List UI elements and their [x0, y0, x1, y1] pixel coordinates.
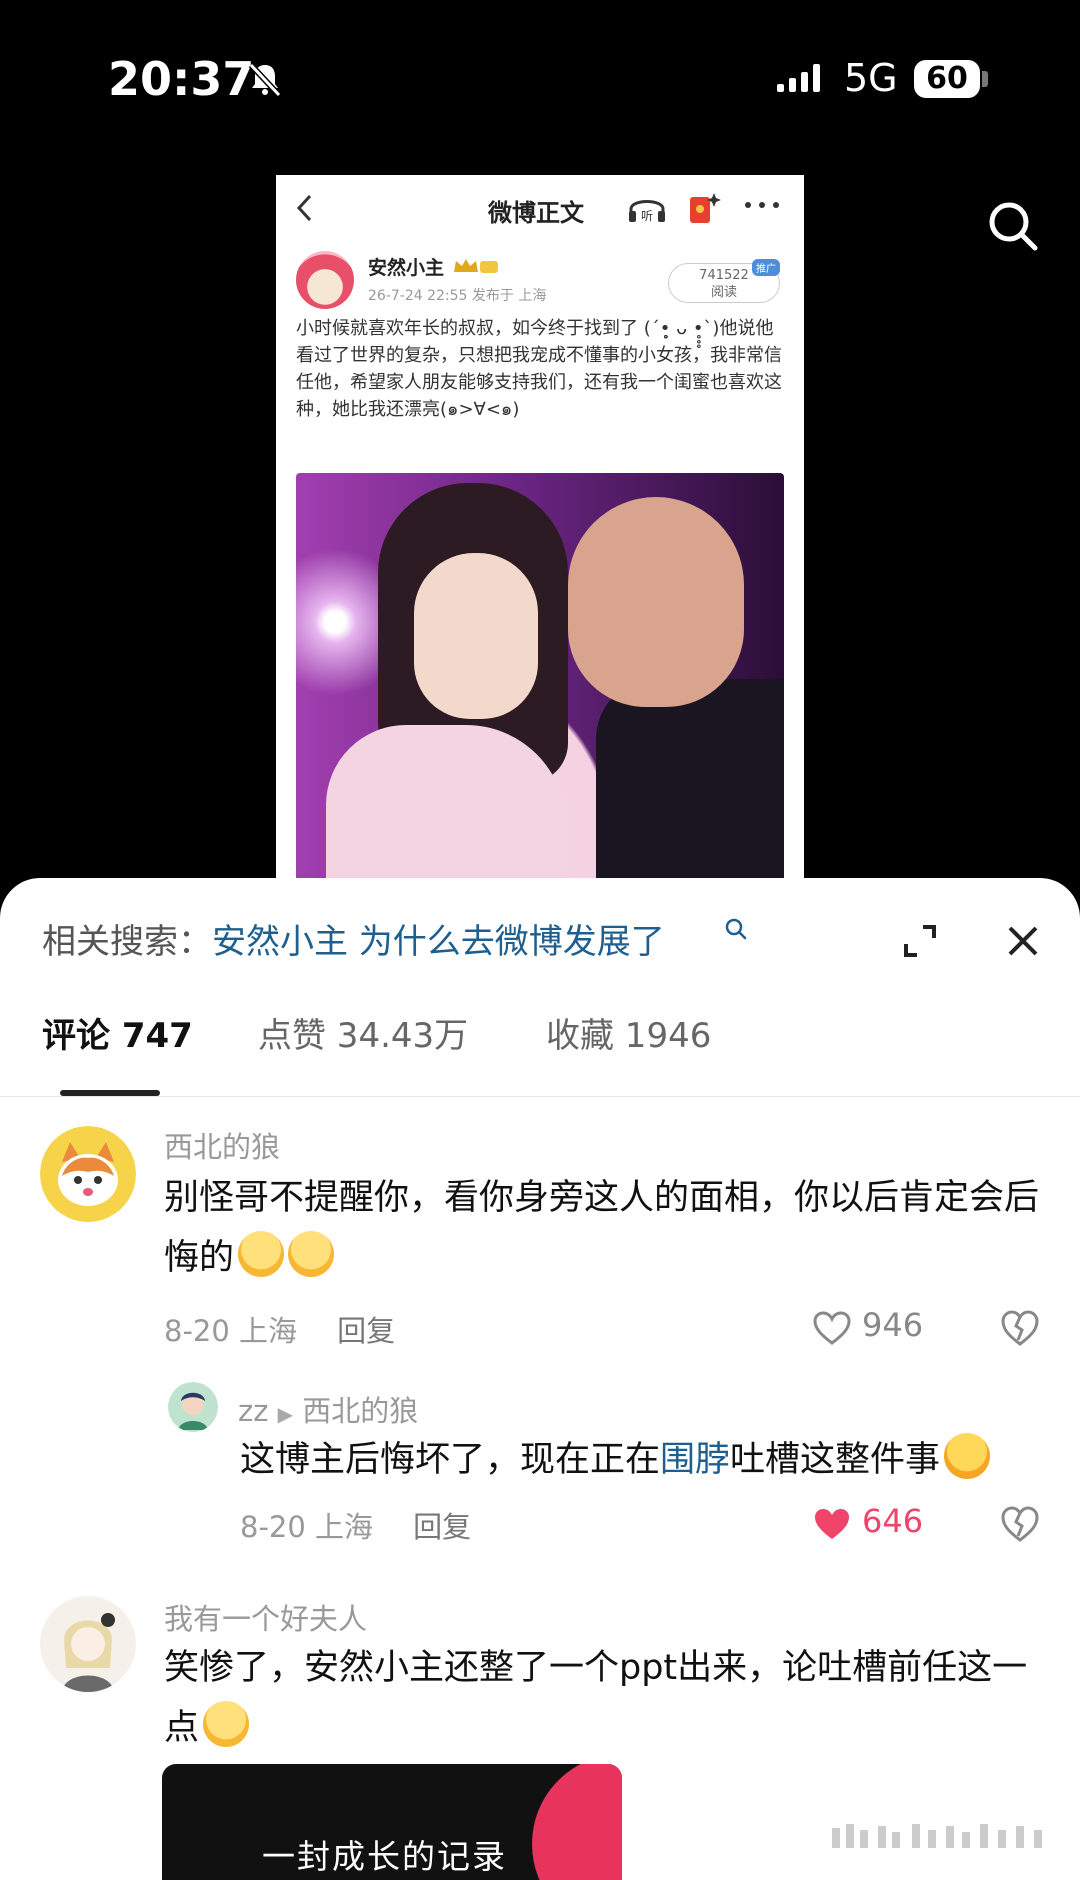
comment-text: 笑惨了，安然小主还整了一个ppt出来，论吐槽前任这一点 — [164, 1638, 1044, 1758]
post-photo[interactable] — [296, 473, 784, 887]
reply-avatar[interactable] — [168, 1382, 218, 1432]
author-avatar[interactable] — [296, 251, 354, 309]
network-type: 5G — [844, 56, 898, 100]
related-search[interactable]: 相关搜索：安然小主 为什么去微博发展了 — [42, 914, 665, 963]
dislike-icon[interactable] — [1000, 1308, 1040, 1348]
reply-button[interactable]: 回复 — [337, 1314, 395, 1348]
reply-text-link[interactable]: 围脖 — [660, 1440, 730, 1480]
comment-text-body: 笑惨了，安然小主还整了一个ppt出来，论吐槽前任这一点 — [164, 1648, 1028, 1748]
reply-button[interactable]: 回复 — [413, 1510, 471, 1544]
post-meta: 26-7-24 22:55 发布于 上海 — [368, 288, 547, 304]
reply-header: zz ▶ 西北的狼 — [238, 1388, 418, 1430]
comment-author[interactable]: 我有一个好夫人 — [164, 1596, 367, 1638]
headphones-icon[interactable]: 听 — [626, 191, 668, 225]
reply-date: 8-20 — [240, 1510, 306, 1544]
tabs-divider — [0, 1096, 1080, 1097]
related-search-query[interactable]: 安然小主 为什么去微博发展了 — [212, 922, 665, 962]
tab-comments[interactable]: 评论 747 — [42, 1008, 193, 1057]
search-icon[interactable] — [985, 198, 1041, 254]
dislike-icon[interactable] — [1000, 1504, 1040, 1544]
tab-bar: 评论 747 点赞 34.43万 收藏 1946 — [0, 1008, 1080, 1088]
reply-author[interactable]: zz — [238, 1394, 268, 1428]
reply-text: 这博主后悔坏了，现在正在围脖吐槽这整件事 — [240, 1430, 1040, 1490]
tab-likes[interactable]: 点赞 34.43万 — [258, 1008, 468, 1057]
photo-person-right-head — [568, 497, 744, 707]
like-count-liked: 646 — [862, 1502, 924, 1540]
close-icon[interactable] — [1006, 924, 1040, 958]
reply-arrow-icon: ▶ — [277, 1402, 294, 1426]
vip-crown-icon — [454, 259, 498, 273]
expand-icon[interactable] — [903, 924, 937, 958]
reply-to-author[interactable]: 西北的狼 — [302, 1394, 418, 1428]
battery-icon: 60 — [914, 60, 980, 98]
emoji-sly-icon — [238, 1231, 285, 1277]
read-label: 阅读 — [710, 285, 737, 300]
promo-tag: 推广 — [752, 259, 780, 276]
comment-author[interactable]: 西北的狼 — [164, 1124, 280, 1166]
tab-favorites[interactable]: 收藏 1946 — [546, 1008, 711, 1057]
signal-icon — [777, 64, 820, 92]
heart-outline-icon[interactable] — [812, 1310, 852, 1346]
heart-filled-icon[interactable] — [812, 1506, 852, 1542]
post-author: 安然小主 26-7-24 22:55 发布于 上海 741522 阅读 推广 — [276, 241, 804, 315]
related-search-prefix: 相关搜索： — [42, 922, 212, 962]
reply-text-before: 这博主后悔坏了，现在正在 — [240, 1440, 661, 1480]
comment-avatar[interactable] — [40, 1596, 136, 1692]
more-icon[interactable] — [742, 195, 782, 215]
card-title: 一封成长的记录 — [262, 1837, 507, 1876]
photo-person-left-face — [414, 553, 538, 719]
listen-label: 听 — [641, 209, 653, 223]
back-arrow-icon[interactable] — [294, 193, 316, 223]
battery-tip — [982, 71, 988, 87]
author-name[interactable]: 安然小主 — [368, 253, 444, 280]
comment-text: 别怪哥不提醒你，看你身旁这人的面相，你以后肯定会后悔的 — [164, 1168, 1044, 1288]
comment-sheet: 相关搜索：安然小主 为什么去微博发展了 评论 747 点赞 34.43万 收藏 … — [0, 878, 1080, 1880]
bell-muted-icon — [248, 62, 282, 98]
comment-meta: 8-20 上海 回复 — [164, 1308, 395, 1350]
photo-person-left-body — [326, 725, 566, 887]
like-count: 946 — [862, 1306, 924, 1344]
card-accent-shape — [532, 1764, 622, 1880]
comment-location: 上海 — [239, 1314, 298, 1348]
reply-location: 上海 — [315, 1510, 374, 1544]
post-nav-bar: 微博正文 听 — [276, 175, 804, 241]
comment-avatar[interactable] — [40, 1126, 136, 1222]
emoji-heart-eyes-icon — [944, 1433, 991, 1479]
emoji-sly-icon — [203, 1701, 250, 1747]
embedded-post-screenshot[interactable]: 微博正文 听 安然小主 26-7-24 22:55 发布于 上海 741522 … — [276, 175, 804, 887]
post-nav-title: 微博正文 — [488, 199, 584, 227]
comment-attachment-card[interactable]: 一封成长的记录 — [162, 1764, 622, 1880]
reply-meta: 8-20 上海 回复 — [240, 1504, 471, 1546]
status-time: 20:37 — [108, 52, 255, 106]
related-search-icon[interactable] — [723, 916, 749, 942]
red-envelope-icon[interactable] — [686, 189, 722, 225]
comment-date: 8-20 — [164, 1314, 230, 1348]
watermark-logo — [832, 1824, 1042, 1848]
emoji-sly-icon — [288, 1231, 335, 1277]
photo-person-right-body — [596, 679, 784, 887]
reply-text-after: 吐槽这整件事 — [730, 1440, 941, 1480]
post-text: 小时候就喜欢年长的叔叔，如今终于找到了 (´•̥̥̥ ᴗ •̥̥̥`)他说他看过… — [296, 318, 782, 420]
status-bar: 20:37 5G 60 — [0, 0, 1080, 160]
